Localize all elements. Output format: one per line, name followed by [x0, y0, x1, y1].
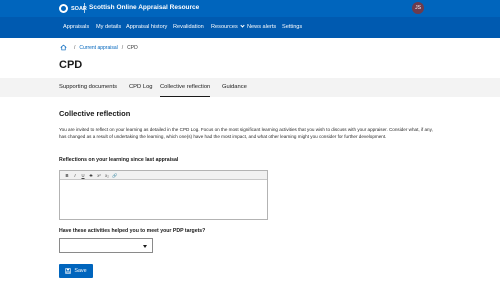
section-title: Collective reflection — [59, 109, 131, 118]
chevron-down-icon — [240, 22, 245, 28]
nav-item-appraisal-history[interactable]: Appraisal history — [126, 17, 167, 38]
bold-icon[interactable]: B — [63, 171, 71, 180]
reflection-textarea[interactable] — [60, 180, 267, 220]
tab-bar: Supporting documents CPD Log Collective … — [0, 78, 500, 97]
link-icon[interactable]: 🔗 — [111, 171, 119, 180]
reflection-label: Reflections on your learning since last … — [59, 157, 179, 163]
top-header: SOAR Scottish Online Appraisal Resource … — [0, 0, 500, 17]
breadcrumb-current-appraisal[interactable]: Current appraisal — [79, 45, 117, 51]
breadcrumb: / Current appraisal / CPD — [60, 44, 138, 51]
header-divider — [84, 3, 85, 13]
soar-logo-icon — [59, 4, 68, 13]
save-icon — [65, 268, 72, 274]
strikethrough-icon[interactable]: S — [87, 171, 95, 180]
save-button[interactable]: Save — [59, 264, 93, 278]
tab-collective-reflection[interactable]: Collective reflection — [160, 78, 211, 97]
home-icon[interactable] — [60, 44, 67, 51]
user-avatar[interactable]: JS — [412, 2, 424, 14]
main-nav: Appraisals My details Appraisal history … — [0, 17, 500, 38]
site-title: Scottish Online Appraisal Resource — [89, 4, 200, 11]
caret-down-icon — [143, 245, 147, 248]
underline-icon[interactable]: U — [79, 171, 87, 180]
breadcrumb-separator: / — [74, 44, 76, 51]
nav-item-appraisals[interactable]: Appraisals — [63, 17, 89, 38]
pdp-select[interactable] — [59, 238, 153, 253]
nav-item-news-alerts[interactable]: News alerts — [247, 17, 276, 38]
editor-toolbar: B I U S x² x₂ 🔗 — [60, 171, 267, 180]
intro-text: You are invited to reflect on your learn… — [59, 127, 433, 139]
nav-item-resources-label: Resources — [211, 24, 238, 30]
tab-supporting-documents[interactable]: Supporting documents — [59, 78, 117, 97]
breadcrumb-separator: / — [121, 44, 124, 51]
breadcrumb-cpd: CPD — [127, 44, 138, 51]
reflection-editor: B I U S x² x₂ 🔗 — [59, 170, 268, 220]
tab-guidance[interactable]: Guidance — [222, 78, 247, 97]
italic-icon[interactable]: I — [71, 171, 79, 180]
soar-logo[interactable]: SOAR — [59, 3, 87, 14]
nav-item-resources[interactable]: Resources — [211, 17, 245, 38]
nav-item-settings[interactable]: Settings — [282, 17, 302, 38]
subscript-icon[interactable]: x₂ — [103, 171, 111, 180]
save-button-label: Save — [74, 268, 87, 274]
superscript-icon[interactable]: x² — [95, 171, 103, 180]
pdp-label: Have these activities helped you to meet… — [59, 228, 206, 234]
nav-item-my-details[interactable]: My details — [96, 17, 121, 38]
page-title: CPD — [59, 59, 83, 71]
tab-cpd-log[interactable]: CPD Log — [129, 78, 153, 97]
nav-item-revalidation[interactable]: Revalidation — [173, 17, 204, 38]
